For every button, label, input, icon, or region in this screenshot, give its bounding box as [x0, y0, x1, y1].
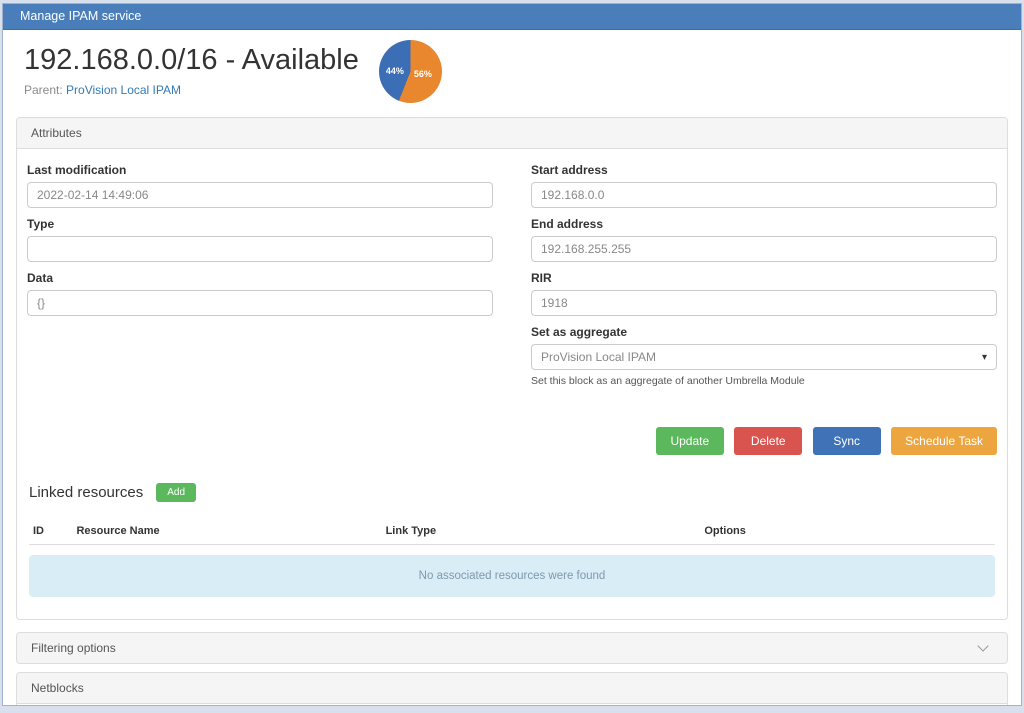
start-address-label: Start address [531, 163, 997, 177]
type-field[interactable] [27, 236, 493, 262]
page-title: 192.168.0.0/16 - Available [24, 44, 359, 77]
type-label: Type [27, 217, 493, 231]
lr-col-name: Resource Name [72, 519, 381, 545]
lr-col-options: Options [700, 519, 995, 545]
manage-ipam-window: Manage IPAM service 192.168.0.0/16 - Ava… [2, 3, 1022, 706]
end-address-field[interactable] [531, 236, 997, 262]
linked-resources-table: ID Resource Name Link Type Options [29, 519, 995, 545]
aggregate-label: Set as aggregate [531, 325, 997, 339]
chevron-down-icon [977, 640, 988, 651]
pie-slice-label-orange: 56% [414, 69, 432, 79]
last-modification-label: Last modification [27, 163, 493, 177]
page-header: 192.168.0.0/16 - Available Parent: ProVi… [14, 34, 1010, 109]
update-button[interactable]: Update [656, 427, 724, 455]
schedule-task-button[interactable]: Schedule Task [891, 427, 997, 455]
linked-resources-section: Linked resources Add ID Resource Name Li… [29, 483, 995, 597]
parent-label: Parent: [24, 83, 63, 97]
data-label: Data [27, 271, 493, 285]
aggregate-help-text: Set this block as an aggregate of anothe… [531, 375, 997, 387]
rir-label: RIR [531, 271, 997, 285]
filtering-options-header[interactable]: Filtering options [17, 633, 1007, 663]
delete-button[interactable]: Delete [734, 427, 802, 455]
aggregate-select[interactable]: ProVision Local IPAM ▾ [531, 344, 997, 370]
attributes-panel-heading: Attributes [17, 118, 1007, 149]
add-linked-resource-button[interactable]: Add [156, 483, 196, 502]
netblocks-panel-heading: Netblocks [17, 673, 1007, 704]
end-address-label: End address [531, 217, 997, 231]
lr-col-linktype: Link Type [382, 519, 701, 545]
filtering-options-panel: Filtering options [16, 632, 1008, 664]
netblocks-panel: Netblocks ID ⇅Name ⇅Type ⇅RIR Utilizatio… [16, 672, 1008, 705]
no-resources-alert: No associated resources were found [29, 555, 995, 597]
sync-button[interactable]: Sync [813, 427, 881, 455]
pie-slice-label-blue: 44% [386, 66, 404, 76]
action-buttons: Update Delete Sync Schedule Task [27, 427, 997, 455]
last-modification-field[interactable] [27, 182, 493, 208]
start-address-field[interactable] [531, 182, 997, 208]
window-title: Manage IPAM service [3, 4, 1021, 30]
utilization-pie-chart: 44% 56% [379, 40, 442, 103]
chevron-down-icon: ▾ [982, 352, 987, 363]
parent-link[interactable]: ProVision Local IPAM [66, 83, 181, 97]
filtering-options-title: Filtering options [31, 641, 116, 655]
rir-field[interactable] [531, 290, 997, 316]
aggregate-selected-value: ProVision Local IPAM [541, 350, 656, 364]
window-content: 192.168.0.0/16 - Available Parent: ProVi… [3, 30, 1021, 705]
data-field[interactable] [27, 290, 493, 316]
attributes-panel: Attributes Last modification Type Da [16, 117, 1008, 620]
lr-col-id: ID [29, 519, 72, 545]
linked-resources-title: Linked resources [29, 484, 143, 501]
